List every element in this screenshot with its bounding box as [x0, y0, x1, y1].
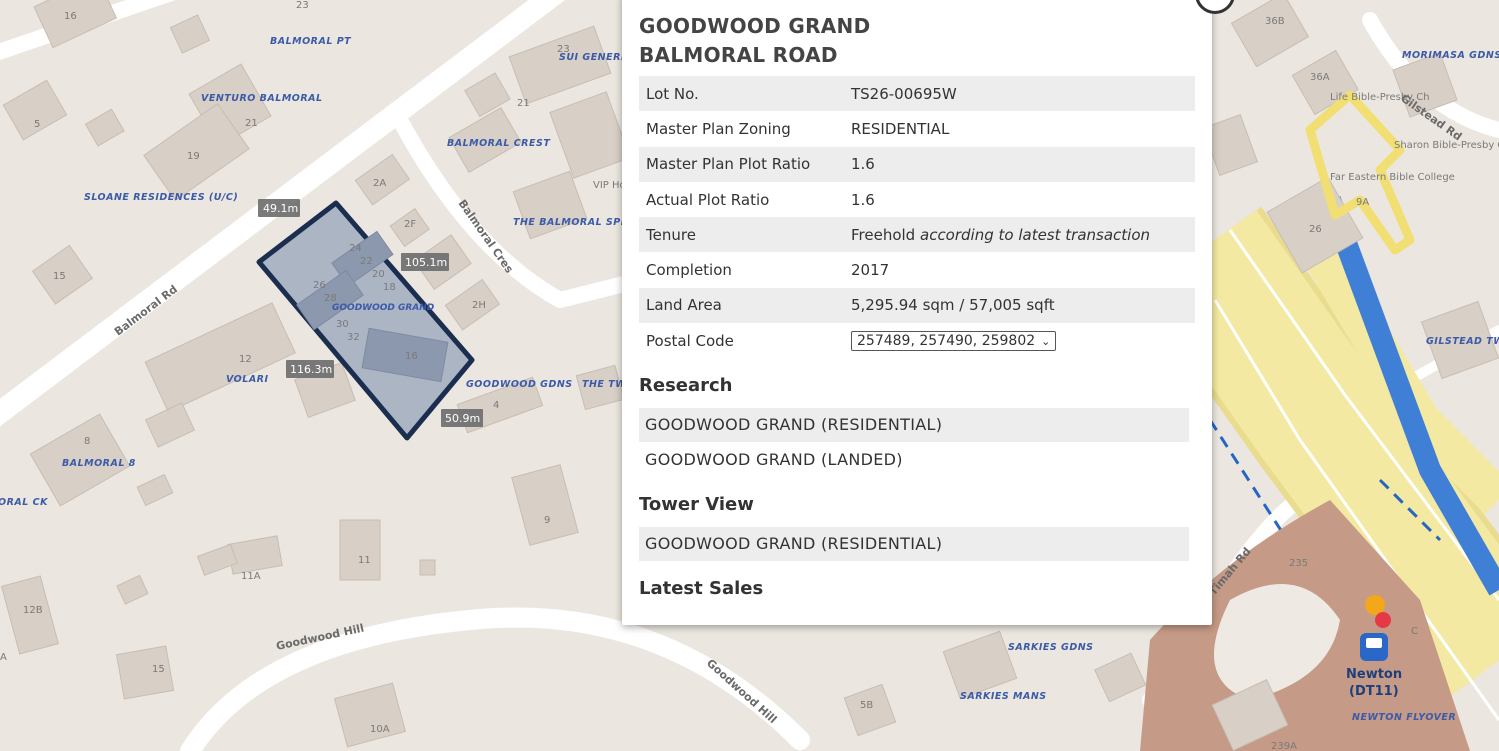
property-street: BALMORAL ROAD [639, 43, 838, 67]
tower-view-heading: Tower View [639, 494, 754, 515]
bldg-num: 2A [373, 178, 386, 189]
chevron-down-icon: ⌄ [1041, 334, 1051, 348]
plot-num-18: 18 [383, 282, 396, 293]
bldg-num: 2H [472, 300, 486, 311]
bldg-num: 11A [241, 571, 261, 582]
property-details-table: Lot No. TS26-00695W Master Plan Zoning R… [639, 76, 1195, 358]
row-label: Postal Code [646, 331, 734, 350]
bldg-num: 21 [517, 98, 530, 109]
bldg-num: 235 [1289, 558, 1308, 569]
tower-view-link-residential[interactable]: GOODWOOD GRAND (RESIDENTIAL) [639, 527, 1189, 561]
label-balmoral-crest: BALMORAL CREST [447, 138, 551, 149]
row-value: 257489, 257490, 259802 ⌄ [844, 323, 1195, 358]
row-label: Land Area [639, 287, 844, 324]
plot-num-16: 16 [405, 351, 418, 362]
row-label: Completion [646, 261, 732, 280]
label-gilstead-two: GILSTEAD TWO [1426, 336, 1499, 347]
row-value: 1.6 [844, 146, 1195, 182]
label-sarkies-mans: SARKIES MANS [960, 691, 1047, 702]
property-info-popup: GOODWOOD GRAND BALMORAL ROAD Lot No. TS2… [622, 0, 1235, 625]
research-link-residential[interactable]: GOODWOOD GRAND (RESIDENTIAL) [639, 408, 1189, 442]
research-link-landed[interactable]: GOODWOOD GRAND (LANDED) [639, 443, 1189, 477]
table-row: Master Plan Zoning RESIDENTIAL [639, 111, 1195, 146]
property-name: GOODWOOD GRAND [639, 14, 871, 38]
bldg-num: 239A [1271, 741, 1297, 751]
bldg-num: 12B [23, 605, 43, 616]
label-sharon-bible: Sharon Bible-Presby Ch [1394, 140, 1499, 151]
bldg-num: 2F [404, 219, 416, 230]
row-value: 1.6 [851, 190, 875, 209]
row-value: RESIDENTIAL [851, 119, 950, 138]
label-balmoral-8: BALMORAL 8 [62, 458, 136, 469]
research-heading: Research [639, 375, 733, 396]
station-name: Newton [1346, 667, 1402, 682]
row-label: Actual Plot Ratio [646, 190, 770, 209]
bldg-num: 15 [152, 664, 165, 675]
bldg-num: 36B [1265, 16, 1285, 27]
plot-num-26: 26 [313, 280, 326, 291]
station-code: (DT11) [1349, 684, 1399, 699]
label-newton-flyover: NEWTON FLYOVER [1352, 712, 1456, 723]
plot-num-22: 22 [360, 256, 373, 267]
label-morimasa-gdns: MORIMASA GDNS [1402, 50, 1499, 61]
row-value: 5,295.94 sqm / 57,005 sqft [844, 287, 1195, 324]
latest-sales-heading: Latest Sales [639, 578, 764, 599]
label-far-eastern: Far Eastern Bible College [1330, 172, 1455, 183]
table-row: Completion 2017 [639, 252, 1195, 287]
measure-north: 49.1m [263, 202, 298, 215]
row-value: TS26-00695W [844, 76, 1195, 112]
tenure-value: Freehold [851, 225, 916, 244]
bldg-num: 36A [1310, 72, 1330, 83]
measure-south: 50.9m [445, 412, 480, 425]
bldg-num: 9 [544, 515, 550, 526]
label-sarkies-gdns: SARKIES GDNS [1008, 642, 1094, 653]
bldg-num: 8 [84, 436, 90, 447]
bldg-num: 16 [64, 11, 77, 22]
postal-code-select[interactable]: 257489, 257490, 259802 ⌄ [851, 330, 1057, 351]
bldg-num: 5B [860, 700, 873, 711]
popup-title: GOODWOOD GRAND BALMORAL ROAD [639, 12, 871, 70]
bldg-num: A [0, 652, 7, 663]
row-label: Master Plan Zoning [646, 119, 791, 138]
plot-num-24: 24 [349, 243, 362, 254]
row-value: 2017 [851, 261, 890, 280]
bldg-num: 5 [34, 119, 40, 130]
bldg-num: 21 [245, 118, 258, 129]
bldg-num: 15 [53, 271, 66, 282]
bldg-num: 12 [239, 354, 252, 365]
table-row: Tenure Freehold according to latest tran… [639, 217, 1195, 253]
label-sloane-residences: SLOANE RESIDENCES (U/C) [84, 192, 238, 203]
bldg-num: 23 [557, 44, 570, 55]
bldg-num: C [1411, 626, 1418, 637]
table-row: Land Area 5,295.94 sqm / 57,005 sqft [639, 287, 1195, 324]
plot-name-label: GOODWOOD GRAND [332, 303, 435, 313]
plot-num-20: 20 [372, 269, 385, 280]
row-label: Tenure [639, 217, 844, 253]
tenure-note: according to latest transaction [920, 225, 1151, 244]
table-row: Lot No. TS26-00695W [639, 76, 1195, 112]
row-label: Lot No. [639, 76, 844, 112]
table-row: Postal Code 257489, 257490, 259802 ⌄ [639, 323, 1195, 358]
table-row: Actual Plot Ratio 1.6 [639, 182, 1195, 217]
bldg-num: 19 [187, 151, 200, 162]
bldg-num: 26 [1309, 224, 1322, 235]
label-venturo-balmoral: VENTURO BALMORAL [201, 93, 323, 104]
table-row: Master Plan Plot Ratio 1.6 [639, 146, 1195, 182]
measure-east: 105.1m [405, 256, 447, 269]
plot-num-30: 30 [336, 319, 349, 330]
bldg-num: 11 [358, 555, 371, 566]
label-goodwood-gdns: GOODWOOD GDNS [466, 379, 573, 390]
label-volari: VOLARI [226, 374, 269, 385]
label-balmoral-pt: BALMORAL PT [270, 36, 352, 47]
postal-code-value: 257489, 257490, 259802 [857, 332, 1036, 349]
plot-num-32: 32 [347, 332, 360, 343]
bldg-num: 10A [370, 724, 390, 735]
measure-west: 116.3m [290, 363, 332, 376]
bldg-num: 4 [493, 400, 499, 411]
label-oral-ck: ORAL CK [0, 497, 48, 508]
row-label: Master Plan Plot Ratio [639, 146, 844, 182]
bldg-num: 23 [296, 0, 309, 11]
bldg-num: 9A [1356, 197, 1369, 208]
row-value: Freehold according to latest transaction [844, 217, 1195, 253]
